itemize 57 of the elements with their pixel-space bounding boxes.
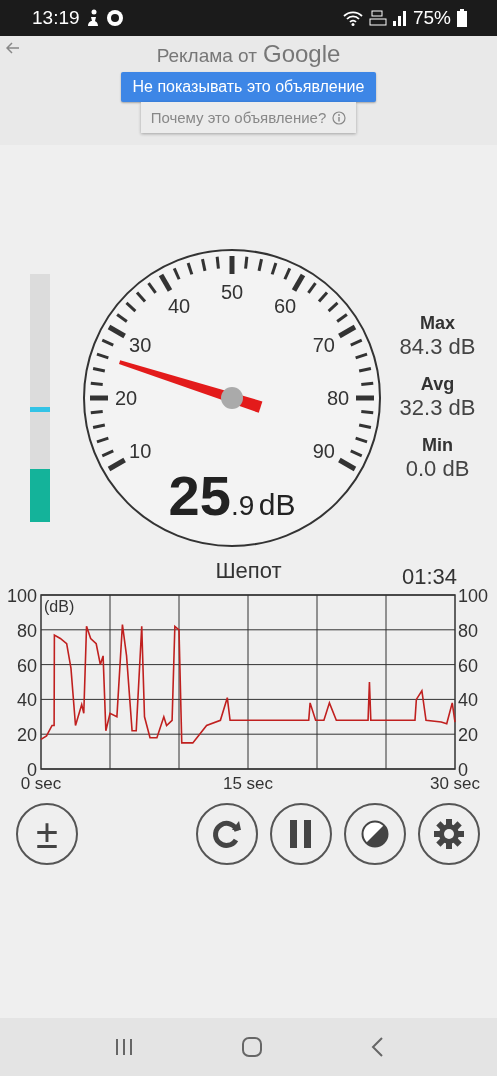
theme-button[interactable] <box>344 803 406 865</box>
battery-icon <box>457 9 467 27</box>
scale-label: 60 <box>273 294 297 317</box>
calibrate-button[interactable]: ± <box>16 803 78 865</box>
scale-label: 80 <box>326 386 350 409</box>
y-tick-label: 100 <box>6 586 37 606</box>
scale-label: 40 <box>167 294 191 317</box>
scale-label: 70 <box>312 333 335 356</box>
y-tick-label: 80 <box>458 620 479 641</box>
elapsed-time: 01:34 <box>401 564 457 590</box>
y-tick-label: 60 <box>16 655 37 676</box>
stat-value: 32.3 dB <box>399 395 476 421</box>
y-tick-label: 100 <box>458 586 489 606</box>
stat-value: 84.3 dB <box>399 334 476 360</box>
stat-value: 0.0 dB <box>405 456 470 482</box>
y-tick-label: 0 <box>458 760 468 780</box>
scale-label: 10 <box>129 439 152 462</box>
y-tick-label: 40 <box>458 690 479 711</box>
figure-icon <box>85 9 100 27</box>
scale-label: 90 <box>312 439 335 462</box>
wifi-icon <box>342 10 363 26</box>
pause-button[interactable] <box>270 803 332 865</box>
stat-label: Max <box>420 313 455 334</box>
sound-level-label: Шепот <box>215 558 282 584</box>
status-time: 13:19 <box>32 7 80 29</box>
battery-percent: 75% <box>412 7 451 29</box>
unit-label: (dB) <box>44 598 75 615</box>
scale-label: 30 <box>129 333 152 356</box>
gps-icon <box>105 9 124 27</box>
info-icon <box>332 110 347 125</box>
y-tick-label: 20 <box>458 725 479 746</box>
stat-label: Avg <box>420 374 455 395</box>
signal-icon <box>392 10 407 26</box>
settings-icon <box>433 818 465 850</box>
hide-ad-button[interactable]: Не показывать это объявление <box>120 72 377 102</box>
scale-label: 50 <box>220 280 244 303</box>
brand-name: Google <box>262 40 341 68</box>
contrast-icon <box>361 820 389 848</box>
back-icon[interactable] <box>6 42 20 54</box>
y-tick-label: 60 <box>458 655 479 676</box>
network-icon <box>368 10 387 26</box>
gauge-reading: 25.9 dB <box>168 463 296 527</box>
y-tick-label: 20 <box>16 725 37 746</box>
pause-icon <box>290 820 312 848</box>
stat-label: Min <box>422 435 453 456</box>
scale-label: 20 <box>114 386 138 409</box>
x-tick-label: 15 sec <box>222 774 274 789</box>
home-icon[interactable] <box>240 1036 263 1058</box>
needle-hub <box>221 386 243 409</box>
recent-apps-icon[interactable] <box>113 1037 134 1057</box>
ad-title: Реклама от <box>156 45 257 67</box>
settings-button[interactable] <box>418 803 480 865</box>
back-icon[interactable] <box>369 1036 384 1058</box>
why-ad-button[interactable]: Почему это объявление? <box>140 102 357 133</box>
y-tick-label: 80 <box>16 620 37 641</box>
reset-button[interactable] <box>196 803 258 865</box>
y-tick-label: 40 <box>16 690 37 711</box>
